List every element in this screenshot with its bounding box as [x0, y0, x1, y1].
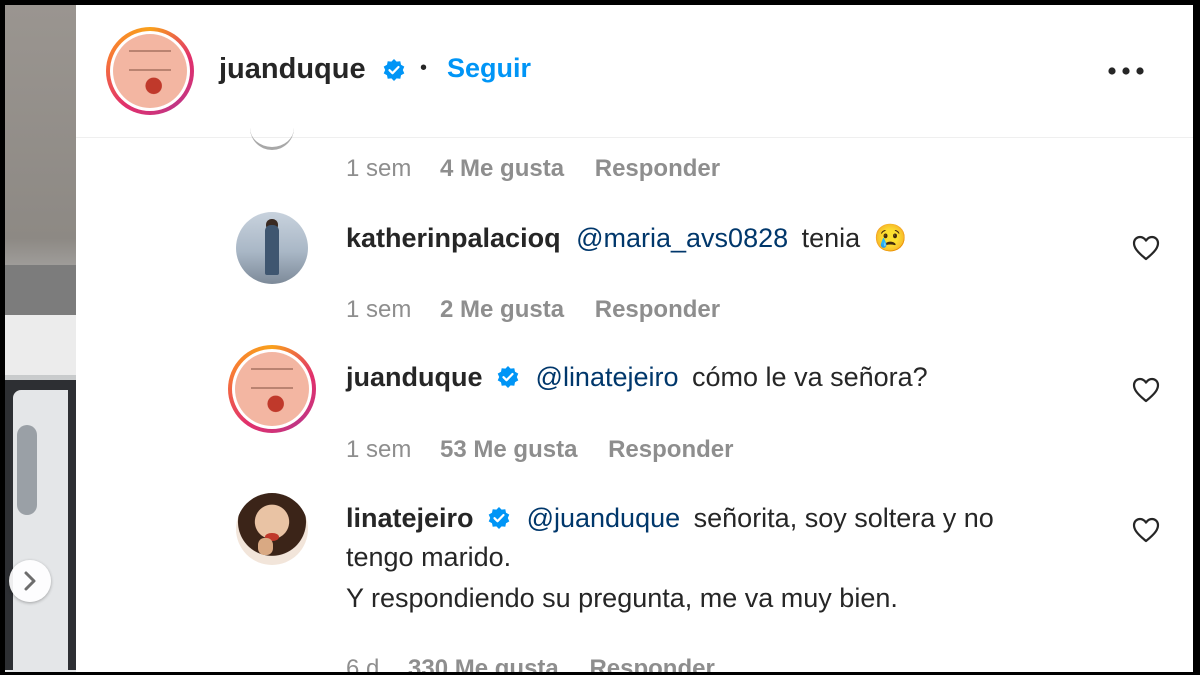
comments-panel: juanduque • Seguir 1 sem 4 Me gusta Resp… [76, 5, 1193, 672]
comment-text-line3: Y respondiendo su pregunta, me va muy bi… [346, 583, 898, 613]
reply-button[interactable]: Responder [589, 655, 714, 672]
comment-time: 6 d [346, 655, 380, 672]
comment-likes[interactable]: 2 Me gusta [440, 296, 564, 323]
comment-body: katherinpalacioq @maria_avs0828 tenia 😢 [346, 222, 907, 254]
comment-avatar[interactable] [228, 345, 316, 433]
comment-text: cómo le va señora? [692, 362, 928, 392]
comment-body: juanduque @linatejeiro cómo le va señora… [346, 362, 928, 393]
carousel-next-button[interactable] [9, 560, 51, 602]
header-avatar[interactable] [106, 27, 194, 115]
header-separator: • [420, 57, 428, 79]
header-username[interactable]: juanduque [219, 53, 366, 86]
comment-avatar[interactable] [236, 493, 308, 565]
comment-likes[interactable]: 4 Me gusta [440, 155, 564, 182]
comment-meta: 1 sem 2 Me gusta Responder [346, 296, 720, 324]
screenshot-frame: juanduque • Seguir 1 sem 4 Me gusta Resp… [5, 5, 1193, 672]
chevron-right-icon [24, 571, 36, 591]
comment-mention[interactable]: @linatejeiro [536, 362, 679, 392]
comment-meta: 1 sem 4 Me gusta Responder [346, 155, 720, 183]
like-heart-icon[interactable] [1132, 377, 1160, 403]
comment-likes[interactable]: 330 Me gusta [408, 655, 559, 672]
reply-button[interactable]: Responder [608, 436, 733, 463]
verified-badge-icon [488, 507, 510, 529]
comment-mention[interactable]: @maria_avs0828 [576, 223, 788, 253]
comment-meta: 6 d 330 Me gusta Responder [346, 655, 715, 672]
verified-badge-icon [383, 59, 405, 81]
comment-likes[interactable]: 53 Me gusta [440, 436, 577, 463]
comment-username[interactable]: juanduque [346, 362, 483, 392]
comment-text-line1: señorita, soy soltera y no [693, 503, 994, 533]
comment-username[interactable]: katherinpalacioq [346, 223, 561, 253]
comment-time: 1 sem [346, 155, 412, 182]
post-header: juanduque • Seguir [76, 5, 1193, 138]
post-image-strip [5, 5, 76, 672]
crying-face-emoji: 😢 [873, 223, 908, 253]
comment-meta: 1 sem 53 Me gusta Responder [346, 436, 733, 464]
previous-comment-avatar [250, 117, 294, 150]
like-heart-icon[interactable] [1132, 235, 1160, 261]
comment-time: 1 sem [346, 436, 412, 463]
more-options-icon[interactable] [1106, 65, 1146, 77]
comment-time: 1 sem [346, 296, 412, 323]
reply-button[interactable]: Responder [595, 296, 720, 323]
like-heart-icon[interactable] [1132, 517, 1160, 543]
follow-button[interactable]: Seguir [447, 53, 531, 84]
comment-text: tenia [801, 223, 861, 253]
comment-text-line2: tengo marido. [346, 542, 512, 572]
verified-badge-icon [497, 366, 519, 388]
comment-body: linatejeiro @juanduque señorita, soy sol… [346, 503, 994, 534]
comment-username[interactable]: linatejeiro [346, 503, 474, 533]
comment-mention[interactable]: @juanduque [527, 503, 681, 533]
comment-avatar[interactable] [236, 212, 308, 284]
reply-button[interactable]: Responder [595, 155, 720, 182]
